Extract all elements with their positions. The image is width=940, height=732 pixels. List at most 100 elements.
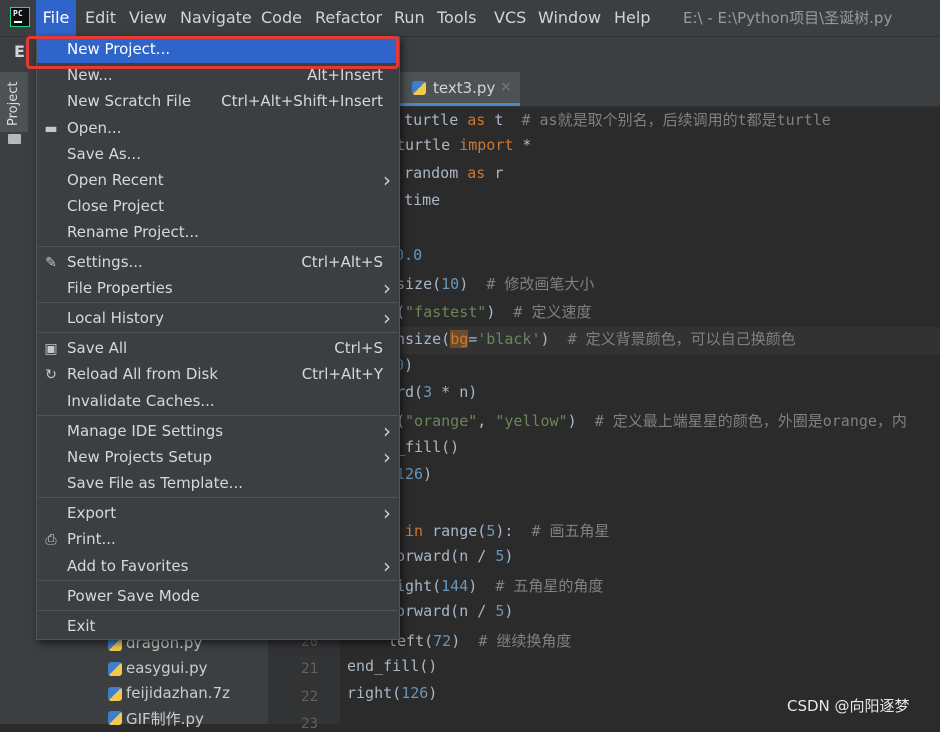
code-token: random <box>404 163 468 182</box>
menu-window[interactable]: Window <box>538 0 601 36</box>
menu-item-open-recent[interactable]: Open Recent › <box>37 168 399 194</box>
menu-item-invalidate-caches[interactable]: Invalidate Caches... <box>37 389 399 415</box>
chevron-right-icon: › <box>383 419 391 443</box>
line-number: 21 <box>301 661 318 677</box>
code-token: # 五角星的角度 <box>495 576 604 595</box>
code-token: right( <box>347 684 402 703</box>
code-token: "fastest" <box>405 302 487 321</box>
code-token: 126 <box>396 465 424 484</box>
code-token: time <box>404 191 441 210</box>
highlight-annotation-box <box>26 36 399 69</box>
chevron-right-icon: › <box>383 306 391 330</box>
code-token: "yellow" <box>495 412 568 431</box>
code-line: ("fastest") # 定义速度 <box>396 301 591 322</box>
code-token: turtle <box>396 136 460 155</box>
menu-item-label: Reload All from Disk <box>67 365 219 383</box>
code-token: # 定义最上端星星的颜色，外圈是orange，内 <box>594 412 907 431</box>
menu-item-add-to-favorites[interactable]: Add to Favorites › <box>37 554 399 580</box>
menu-item-save-all[interactable]: ▣ Save All Ctrl+S <box>37 336 399 362</box>
menu-item-label: Save As... <box>67 145 141 163</box>
menu-item-label: New Projects Setup <box>67 448 213 466</box>
menu-item-label: File Properties <box>67 279 173 297</box>
line-number: 22 <box>301 689 318 705</box>
menu-item-power-save-mode[interactable]: Power Save Mode <box>37 584 399 610</box>
menu-refactor[interactable]: Refactor <box>315 0 382 36</box>
menu-item-shortcut: Ctrl+Alt+S <box>301 253 383 271</box>
menu-item-label: Exit <box>67 617 96 635</box>
tree-item[interactable]: feijidazhan.7z <box>28 682 268 706</box>
folder-icon <box>8 134 21 144</box>
folder-icon: ▬ <box>44 121 58 137</box>
menu-code[interactable]: Code <box>261 0 302 36</box>
menu-item-label: Add to Favorites <box>67 557 189 575</box>
menu-vcs[interactable]: VCS <box>494 0 526 36</box>
menu-item-new-scratch-file[interactable]: New Scratch File Ctrl+Alt+Shift+Insert <box>37 89 399 115</box>
code-line: t turtle as t # as就是取个别名，后续调用的t都是turtle <box>386 109 831 130</box>
menu-item-settings[interactable]: ✎ Settings... Ctrl+Alt+S <box>37 250 399 276</box>
menu-item-save-file-as-template[interactable]: Save File as Template... <box>37 471 399 497</box>
code-token: # 画五角星 <box>531 522 610 540</box>
menu-item-new-projects-setup[interactable]: New Projects Setup › <box>37 445 399 471</box>
menu-item-label: Save File as Template... <box>67 474 243 492</box>
code-line: left(72) # 继续换角度 <box>388 630 571 651</box>
menu-item-rename-project[interactable]: Rename Project... <box>37 220 399 246</box>
code-line: rd(3 * n) <box>396 383 477 401</box>
python-file-icon <box>108 711 122 725</box>
menu-item-label: Open... <box>67 119 122 137</box>
code-line: end_fill() <box>347 657 437 675</box>
menu-separator <box>38 580 398 581</box>
tree-item[interactable]: easygui.py <box>28 657 268 681</box>
menu-item-file-properties[interactable]: File Properties › <box>37 276 399 302</box>
code-token: orward(n / <box>396 602 496 621</box>
menu-separator <box>38 246 398 247</box>
menu-help[interactable]: Help <box>614 0 650 36</box>
tree-item[interactable]: GIF制作.py <box>28 706 268 730</box>
close-icon[interactable]: × <box>500 79 512 95</box>
code-token: ) <box>423 465 433 484</box>
menu-item-save-as[interactable]: Save As... <box>37 142 399 168</box>
code-line: ("orange", "yellow") # 定义最上端星星的颜色，外圈是ora… <box>396 410 907 431</box>
chevron-right-icon: › <box>383 445 391 469</box>
pycharm-logo-icon: PC <box>10 7 30 27</box>
code-line: in range(5): # 画五角星 <box>396 520 610 541</box>
menu-run[interactable]: Run <box>394 0 425 36</box>
menu-tools[interactable]: Tools <box>437 0 476 36</box>
menu-item-manage-ide-settings[interactable]: Manage IDE Settings › <box>37 419 399 445</box>
code-token: rd( <box>396 383 424 401</box>
code-token: import <box>459 136 514 155</box>
menu-navigate[interactable]: Navigate <box>180 0 252 36</box>
menu-item-exit[interactable]: Exit <box>37 614 399 640</box>
menu-edit[interactable]: Edit <box>85 0 116 36</box>
code-token: ) <box>468 576 496 595</box>
code-token: # as就是取个别名，后续调用的t都是turtle <box>521 111 831 129</box>
menu-item-local-history[interactable]: Local History › <box>37 306 399 332</box>
chevron-right-icon: › <box>383 168 391 192</box>
code-token: 126 <box>401 684 429 703</box>
code-token: # 继续换角度 <box>478 631 572 650</box>
menu-separator <box>38 415 398 416</box>
code-token: t <box>485 111 522 129</box>
code-token: 'black' <box>477 330 541 349</box>
code-token: 5 <box>486 522 496 540</box>
python-file-icon <box>108 662 122 676</box>
menu-item-print[interactable]: ⎙ Print... <box>37 527 399 553</box>
menu-item-reload-all-from-disk[interactable]: ↻ Reload All from Disk Ctrl+Alt+Y <box>37 362 399 388</box>
code-line: right(126) <box>347 684 437 702</box>
menu-item-close-project[interactable]: Close Project <box>37 194 399 220</box>
watermark: CSDN @向阳逐梦 <box>787 697 910 715</box>
menu-item-export[interactable]: Export › <box>37 501 399 527</box>
python-file-icon <box>412 81 426 95</box>
code-token: ) <box>404 355 414 374</box>
menu-item-open[interactable]: ▬ Open... <box>37 116 399 142</box>
menu-separator <box>38 610 398 611</box>
menu-item-label: Print... <box>67 530 116 548</box>
code-token: # 定义速度 <box>513 302 592 321</box>
menu-file[interactable]: File <box>36 0 76 36</box>
menu-view[interactable]: View <box>129 0 167 36</box>
code-token: ): <box>495 522 532 540</box>
menu-item-label: Rename Project... <box>67 223 199 241</box>
code-token: * n) <box>432 383 478 401</box>
code-token: # 定义背景颜色，可以自己换颜色 <box>567 330 796 349</box>
menu-item-label: Open Recent <box>67 171 164 189</box>
breadcrumb[interactable]: E <box>14 42 25 61</box>
